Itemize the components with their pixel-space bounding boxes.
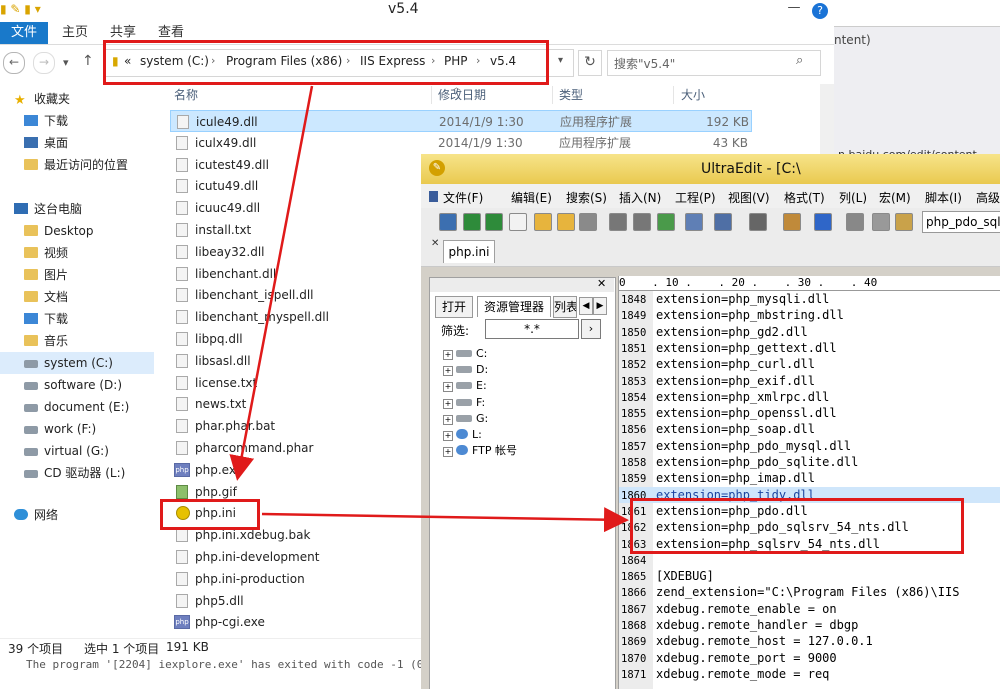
annotation-arrows xyxy=(229,85,629,533)
arrow-to-php-ini xyxy=(229,85,314,481)
arrow-to-editor xyxy=(261,507,629,533)
